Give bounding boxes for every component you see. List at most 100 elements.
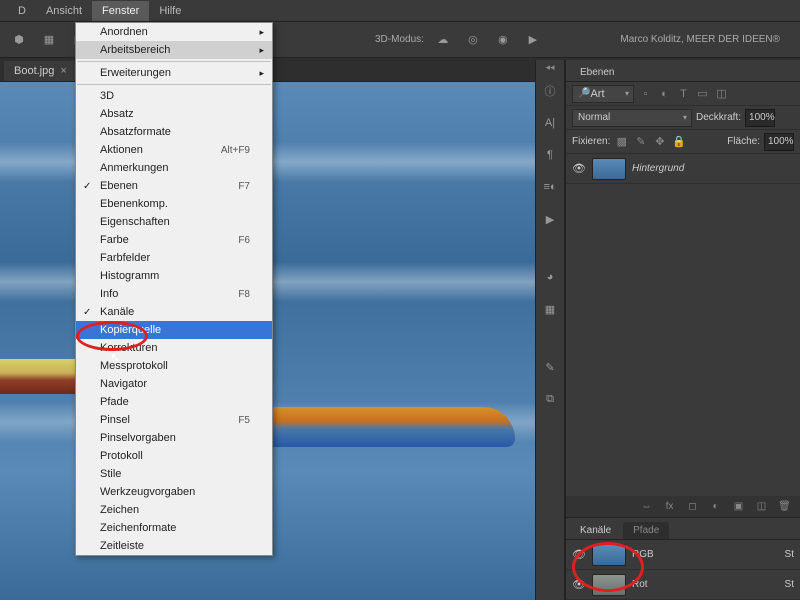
layers-blend-row: Normal Deckkraft: 100% xyxy=(566,106,800,130)
lock-move-icon[interactable]: ✥ xyxy=(652,134,667,149)
filter-adjust-icon[interactable]: ◐ xyxy=(657,86,672,101)
layers-filter-row: 🔎 Art ▫ ◐ T ▭ ◫ xyxy=(566,82,800,106)
fill-value[interactable]: 100% xyxy=(764,133,794,151)
blend-mode-dropdown[interactable]: Normal xyxy=(572,109,692,127)
menu-item[interactable]: Ebenenkomp. xyxy=(76,195,272,213)
channels-panel-tabs: Kanäle Pfade xyxy=(566,518,800,540)
character-icon[interactable]: A| xyxy=(541,114,559,132)
menu-item[interactable]: Arbeitsbereich xyxy=(76,41,272,59)
tab-channels[interactable]: Kanäle xyxy=(570,522,621,539)
menu-item[interactable]: ✓Kanäle xyxy=(76,303,272,321)
menu-item[interactable]: Stile xyxy=(76,465,272,483)
menu-item-label: Werkzeugvorgaben xyxy=(100,486,195,498)
menu-item[interactable]: Kopierquelle xyxy=(76,321,272,339)
visibility-icon[interactable]: 👁 xyxy=(572,578,586,591)
menu-item-label: Erweiterungen xyxy=(100,67,171,79)
menu-item[interactable]: PinselF5 xyxy=(76,411,272,429)
close-icon[interactable]: × xyxy=(60,65,66,77)
brush-icon[interactable]: ✎ xyxy=(541,358,559,376)
menu-item[interactable]: Histogramm xyxy=(76,267,272,285)
layers-footer: ⇔ fx ◻ ◐ ▣ ◫ 🗑 xyxy=(566,496,800,518)
collapse-icon[interactable]: ◂◂ xyxy=(545,62,554,73)
menu-window[interactable]: Fenster xyxy=(92,1,149,21)
menu-item[interactable]: Navigator xyxy=(76,375,272,393)
menu-item[interactable]: FarbeF6 xyxy=(76,231,272,249)
tool-icon[interactable]: ▦ xyxy=(38,29,60,51)
filter-type-icon[interactable]: T xyxy=(676,86,691,101)
menu-item[interactable]: Zeichen xyxy=(76,501,272,519)
menu-item[interactable]: Farbfelder xyxy=(76,249,272,267)
group-icon[interactable]: ▣ xyxy=(731,499,746,514)
tab-layers[interactable]: Ebenen xyxy=(570,64,624,81)
menu-item[interactable]: Zeitleiste xyxy=(76,537,272,555)
collapsed-panel-column: ◂◂ ⓘ A| ¶ ≡◐ ▶ ◕ ▦ ✎ ⧉ xyxy=(535,60,565,600)
adjustments-icon[interactable]: ≡◐ xyxy=(541,178,559,196)
menu-help[interactable]: Hilfe xyxy=(149,1,191,21)
play-icon[interactable]: ▶ xyxy=(541,210,559,228)
layer-name: Hintergrund xyxy=(632,163,684,174)
trash-icon[interactable]: 🗑 xyxy=(777,499,792,514)
menu-item-label: Pinselvorgaben xyxy=(100,432,176,444)
tab-paths[interactable]: Pfade xyxy=(623,522,669,539)
menu-item-label: Anordnen xyxy=(100,26,148,38)
menu-item-label: Histogramm xyxy=(100,270,159,282)
menu-item[interactable]: Absatz xyxy=(76,105,272,123)
menu-item[interactable]: InfoF8 xyxy=(76,285,272,303)
menu-view[interactable]: Ansicht xyxy=(36,1,92,21)
tool-icon[interactable]: ⬢ xyxy=(8,29,30,51)
fx-icon[interactable]: fx xyxy=(662,499,677,514)
lock-all-icon[interactable]: 🔒 xyxy=(671,134,686,149)
menu-item[interactable]: Pinselvorgaben xyxy=(76,429,272,447)
layer-row[interactable]: 👁 Hintergrund xyxy=(566,154,800,184)
menu-item[interactable]: Zeichenformate xyxy=(76,519,272,537)
menu-item[interactable]: Absatzformate xyxy=(76,123,272,141)
menu-item-label: Zeichen xyxy=(100,504,139,516)
menu-item-label: 3D xyxy=(100,90,114,102)
window-menu-dropdown: Anordnen Arbeitsbereich Erweiterungen 3D Abs… xyxy=(75,22,273,556)
menu-item[interactable]: Messprotokoll xyxy=(76,357,272,375)
swatches-icon[interactable]: ◕ xyxy=(541,268,559,286)
styles-icon[interactable]: ▦ xyxy=(541,300,559,318)
3d-icon[interactable]: ◉ xyxy=(492,29,514,51)
channel-thumbnail xyxy=(592,544,626,566)
menu-item[interactable]: 3D xyxy=(76,87,272,105)
menu-item[interactable]: Protokoll xyxy=(76,447,272,465)
3d-icon[interactable]: ☁ xyxy=(432,29,454,51)
filter-shape-icon[interactable]: ▭ xyxy=(695,86,710,101)
fill-adj-icon[interactable]: ◐ xyxy=(708,499,723,514)
menu-item[interactable]: Korrekturen xyxy=(76,339,272,357)
menu-item[interactable]: Anmerkungen xyxy=(76,159,272,177)
visibility-icon[interactable]: 👁 xyxy=(572,548,586,561)
menu-item[interactable]: Erweiterungen xyxy=(76,64,272,82)
menu-item[interactable]: AktionenAlt+F9 xyxy=(76,141,272,159)
menu-item[interactable]: ✓EbenenF7 xyxy=(76,177,272,195)
layers-panel-tabs: Ebenen xyxy=(566,60,800,82)
3d-icon[interactable]: ▶ xyxy=(522,29,544,51)
lock-brush-icon[interactable]: ✎ xyxy=(633,134,648,149)
filter-pixel-icon[interactable]: ▫ xyxy=(638,86,653,101)
info-icon[interactable]: ⓘ xyxy=(541,82,559,100)
document-tab[interactable]: Boot.jpg × xyxy=(4,61,77,81)
new-icon[interactable]: ◫ xyxy=(754,499,769,514)
menu-item-label: Info xyxy=(100,288,118,300)
opacity-value[interactable]: 100% xyxy=(745,109,775,127)
right-panels: Ebenen 🔎 Art ▫ ◐ T ▭ ◫ Normal Deckkraft:… xyxy=(565,60,800,600)
cursor-icon: ↖ xyxy=(110,350,121,366)
menu-item[interactable]: Pfade xyxy=(76,393,272,411)
menu-item[interactable]: Anordnen xyxy=(76,23,272,41)
lock-trans-icon[interactable]: ▩ xyxy=(614,134,629,149)
menu-shortcut: F7 xyxy=(238,181,250,192)
channel-row[interactable]: 👁 Rot St xyxy=(566,570,800,600)
visibility-icon[interactable]: 👁 xyxy=(572,162,586,175)
filter-so-icon[interactable]: ◫ xyxy=(714,86,729,101)
clone-icon[interactable]: ⧉ xyxy=(541,390,559,408)
channel-row[interactable]: 👁 RGB St xyxy=(566,540,800,570)
mask-icon[interactable]: ◻ xyxy=(685,499,700,514)
lock-label: Fixieren: xyxy=(572,136,610,147)
menu-item[interactable]: Werkzeugvorgaben xyxy=(76,483,272,501)
link-icon[interactable]: ⇔ xyxy=(639,499,654,514)
menu-item[interactable]: Eigenschaften xyxy=(76,213,272,231)
3d-icon[interactable]: ◎ xyxy=(462,29,484,51)
paragraph-icon[interactable]: ¶ xyxy=(541,146,559,164)
filter-type-dropdown[interactable]: 🔎 Art xyxy=(572,85,634,103)
